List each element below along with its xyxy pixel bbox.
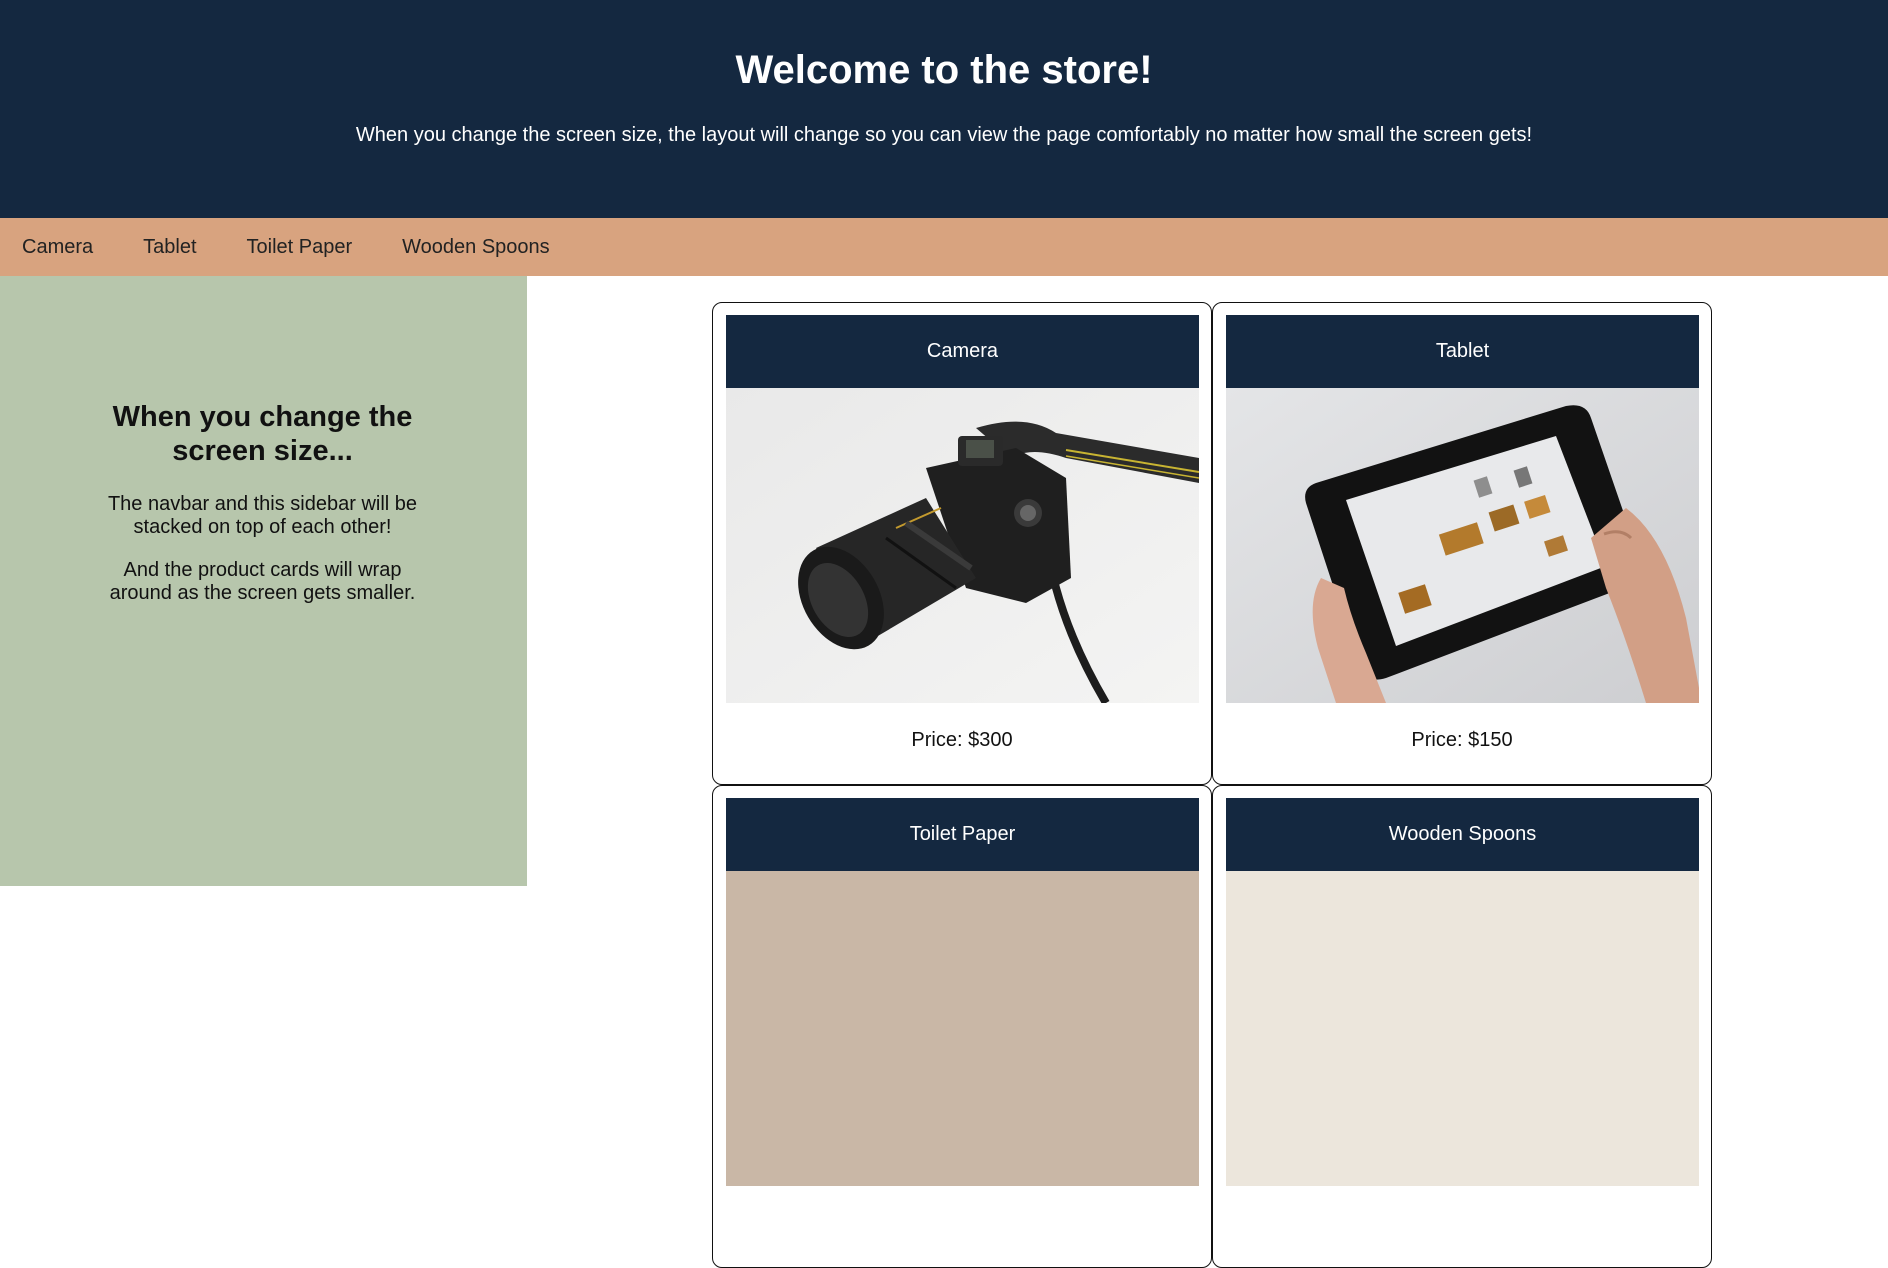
product-card-tablet: Tablet Price: $150 bbox=[1212, 302, 1712, 785]
sidebar-paragraph: The navbar and this sidebar will be stac… bbox=[107, 493, 418, 538]
tablet-image bbox=[1226, 388, 1699, 703]
page-header: Welcome to the store! When you change th… bbox=[0, 0, 1888, 218]
nav-item-camera[interactable]: Camera bbox=[22, 236, 93, 259]
sidebar-heading: When you change the screen size... bbox=[112, 401, 413, 467]
product-price: Price: $300 bbox=[911, 729, 1013, 751]
product-card-camera: Camera Price: $300 bbox=[712, 302, 1212, 785]
nav-item-wooden-spoons[interactable]: Wooden Spoons bbox=[402, 236, 550, 259]
page-subtitle: When you change the screen size, the lay… bbox=[355, 124, 1533, 146]
product-title: Camera bbox=[726, 315, 1199, 388]
product-title: Wooden Spoons bbox=[1226, 798, 1699, 871]
product-title: Tablet bbox=[1226, 315, 1699, 388]
wooden-spoons-image bbox=[1226, 871, 1699, 1186]
toilet-paper-image bbox=[726, 871, 1199, 1186]
sidebar-paragraph: And the product cards will wrap around a… bbox=[109, 559, 416, 604]
product-price: Price: $150 bbox=[1411, 729, 1513, 751]
product-card-wooden-spoons: Wooden Spoons bbox=[1212, 785, 1712, 1268]
page-title: Welcome to the store! bbox=[735, 48, 1153, 92]
product-title: Toilet Paper bbox=[726, 798, 1199, 871]
sidebar: When you change the screen size... The n… bbox=[0, 276, 527, 886]
navbar: Camera Tablet Toilet Paper Wooden Spoons bbox=[0, 218, 1888, 276]
nav-item-toilet-paper[interactable]: Toilet Paper bbox=[247, 236, 353, 259]
product-card-toilet-paper: Toilet Paper bbox=[712, 785, 1212, 1268]
nav-item-tablet[interactable]: Tablet bbox=[143, 236, 196, 259]
camera-image bbox=[726, 388, 1199, 703]
